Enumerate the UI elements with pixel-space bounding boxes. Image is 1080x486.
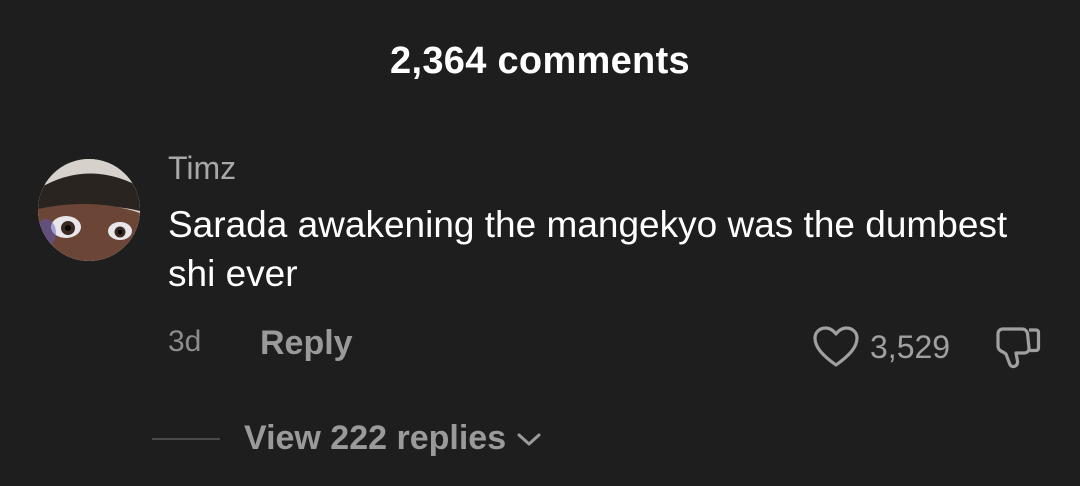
- replies-divider: [152, 438, 220, 440]
- heart-outline-icon: [813, 326, 859, 367]
- view-replies-label: View 222 replies: [244, 419, 507, 457]
- chevron-down-icon: [517, 433, 541, 445]
- thumbs-down-outline-icon[interactable]: [994, 324, 1042, 372]
- avatar[interactable]: [38, 159, 140, 261]
- reply-button[interactable]: Reply: [260, 324, 353, 363]
- like-count: 3,529: [870, 328, 951, 365]
- comment-timestamp: 3d: [168, 325, 202, 358]
- like-button[interactable]: 3,529: [812, 323, 950, 371]
- comment-item: Timz Sarada awakening the mangekyo was t…: [0, 0, 1080, 486]
- comment-body: Sarada awakening the mangekyo was the du…: [168, 204, 1008, 294]
- comment-username[interactable]: Timz: [168, 150, 236, 187]
- avatar-image: [38, 159, 140, 261]
- view-replies-button[interactable]: View 222 replies: [244, 419, 542, 458]
